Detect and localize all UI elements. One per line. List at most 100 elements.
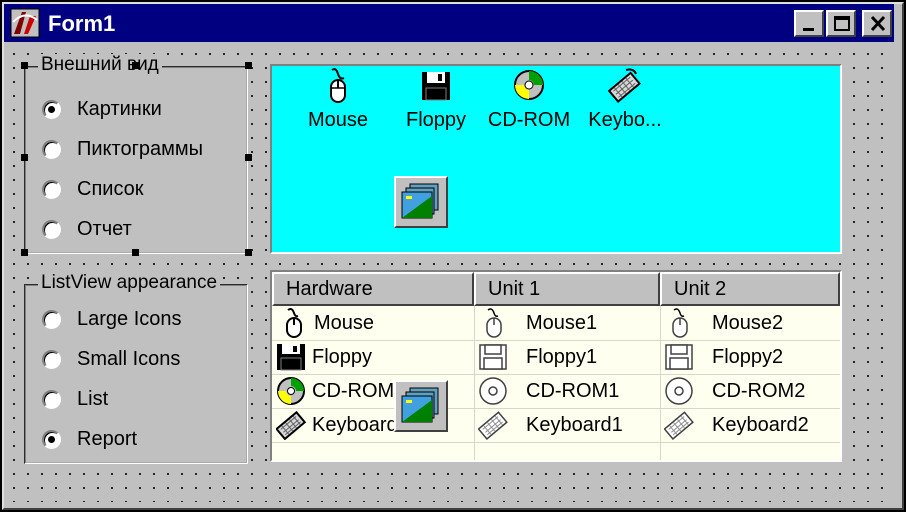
- radio-small-icons[interactable]: Small Icons: [42, 346, 180, 372]
- radio-button[interactable]: [42, 349, 61, 369]
- radio-button[interactable]: [42, 139, 61, 159]
- window-title: Form1: [48, 11, 116, 36]
- cell-text: CD-ROM1: [526, 379, 620, 402]
- mouse-icon: [286, 308, 302, 338]
- list-item-label: CD-ROM: [487, 109, 571, 131]
- radio-button[interactable]: [42, 389, 61, 409]
- column-header-unit1[interactable]: Unit 1: [474, 272, 660, 306]
- radio-label: Список: [77, 177, 144, 200]
- groupbox-caption: Внешний вид: [38, 54, 162, 76]
- radio-button[interactable]: [42, 309, 61, 329]
- form-client-area: Внешний вид Картинки Пиктограммы Список …: [4, 44, 894, 502]
- groupbox-appearance-en[interactable]: ListView appearance Large Icons Small Ic…: [24, 272, 248, 464]
- radio-list[interactable]: List: [42, 386, 108, 412]
- cell-text: Floppy2: [712, 345, 784, 368]
- table-cell-unit1[interactable]: Keyboard1: [478, 408, 658, 442]
- floppy-outline-icon: [665, 344, 693, 370]
- selection-handle[interactable]: [245, 154, 252, 161]
- table-cell-unit1[interactable]: Mouse1: [482, 306, 658, 340]
- cell-text: CD-ROM: [312, 379, 395, 402]
- radio-pictures[interactable]: Картинки: [42, 96, 162, 122]
- list-item-label: Mouse: [307, 109, 369, 131]
- table-cell-hardware[interactable]: Mouse: [282, 306, 472, 340]
- minimize-icon: [803, 28, 814, 31]
- close-button[interactable]: [862, 10, 892, 37]
- table-cell-unit1[interactable]: CD-ROM1: [478, 374, 658, 408]
- keyboard-outline-icon: [478, 411, 508, 440]
- cell-text: Floppy: [312, 345, 373, 368]
- listview-report[interactable]: Hardware Unit 1 Unit 2 Mouse Mouse1 Mous…: [270, 270, 842, 462]
- mouse-outline-icon: [486, 308, 502, 338]
- cdrom-outline-icon: [665, 377, 693, 405]
- maximize-button[interactable]: [826, 10, 856, 37]
- cell-text: Keyboard2: [712, 413, 809, 436]
- floppy-outline-icon: [479, 344, 507, 370]
- table-cell-unit2[interactable]: Mouse2: [668, 306, 840, 340]
- list-item-label: Floppy: [405, 109, 467, 131]
- column-header-unit2[interactable]: Unit 2: [660, 272, 840, 306]
- cell-text: CD-ROM2: [712, 379, 806, 402]
- radio-label: Large Icons: [77, 307, 182, 330]
- floppy-icon: [422, 72, 450, 101]
- keyboard-icon: [276, 410, 306, 440]
- radio-button[interactable]: [42, 429, 61, 449]
- cdrom-icon: [277, 377, 305, 405]
- selection-handle[interactable]: [245, 62, 252, 69]
- cell-text: Floppy1: [526, 345, 598, 368]
- minimize-button[interactable]: [794, 10, 824, 37]
- column-header-hardware[interactable]: Hardware: [272, 272, 474, 306]
- list-item[interactable]: CD-ROM: [484, 68, 574, 132]
- radio-button[interactable]: [42, 219, 61, 239]
- column-divider: [474, 306, 475, 460]
- floppy-icon: [277, 344, 305, 371]
- table-cell-unit2[interactable]: Floppy2: [664, 340, 840, 374]
- keyboard-icon: [607, 68, 641, 104]
- cdrom-icon: [514, 70, 544, 100]
- radio-label: List: [77, 387, 109, 410]
- mouse-outline-icon: [672, 308, 688, 338]
- radio-report[interactable]: Report: [42, 426, 137, 452]
- list-item[interactable]: Mouse: [302, 68, 374, 132]
- table-cell-unit2[interactable]: Keyboard2: [664, 408, 840, 442]
- radio-label: Отчет: [77, 217, 132, 240]
- cell-text: Mouse2: [712, 311, 784, 334]
- groupbox-appearance-ru[interactable]: Внешний вид Картинки Пиктограммы Список …: [24, 54, 248, 254]
- imagelist-icon: [401, 387, 439, 423]
- delphi-app-icon: [10, 8, 40, 38]
- cell-text: Mouse1: [526, 311, 598, 334]
- list-item[interactable]: Floppy: [398, 68, 474, 132]
- mouse-icon: [330, 68, 346, 103]
- selection-handle[interactable]: [245, 249, 252, 256]
- cell-text: Keyboard1: [526, 413, 623, 436]
- radio-label: Пиктограммы: [77, 137, 203, 160]
- selection-handle[interactable]: [132, 249, 139, 256]
- radio-list-ru[interactable]: Список: [42, 176, 144, 202]
- radio-label: Картинки: [77, 97, 162, 120]
- imagelist-component[interactable]: [394, 380, 448, 432]
- listview-large-icons[interactable]: Mouse Floppy CD-ROM Keybo...: [270, 64, 842, 254]
- selection-handle[interactable]: [21, 249, 28, 256]
- selection-handle[interactable]: [21, 154, 28, 161]
- keyboard-outline-icon: [664, 411, 694, 440]
- table-cell-unit2[interactable]: CD-ROM2: [664, 374, 840, 408]
- list-item[interactable]: Keybo...: [582, 68, 668, 132]
- column-divider: [660, 306, 661, 460]
- cell-text: Keyboard: [312, 413, 398, 436]
- radio-large-icons[interactable]: Large Icons: [42, 306, 182, 332]
- radio-label: Small Icons: [77, 347, 181, 370]
- radio-button[interactable]: [42, 99, 61, 119]
- table-cell-unit1[interactable]: Floppy1: [478, 340, 658, 374]
- radio-pictograms[interactable]: Пиктограммы: [42, 136, 203, 162]
- table-cell-hardware[interactable]: Floppy: [276, 340, 472, 374]
- radio-button[interactable]: [42, 179, 61, 199]
- radio-label: Report: [77, 427, 138, 450]
- radio-report-ru[interactable]: Отчет: [42, 216, 132, 242]
- selection-handle[interactable]: [132, 62, 139, 69]
- imagelist-component[interactable]: [394, 176, 448, 228]
- selection-handle[interactable]: [21, 62, 28, 69]
- cell-text: Mouse: [314, 311, 375, 334]
- cdrom-outline-icon: [479, 377, 507, 405]
- maximize-icon: [834, 16, 850, 31]
- title-bar[interactable]: Form1: [4, 4, 894, 42]
- groupbox-caption: ListView appearance: [38, 272, 221, 294]
